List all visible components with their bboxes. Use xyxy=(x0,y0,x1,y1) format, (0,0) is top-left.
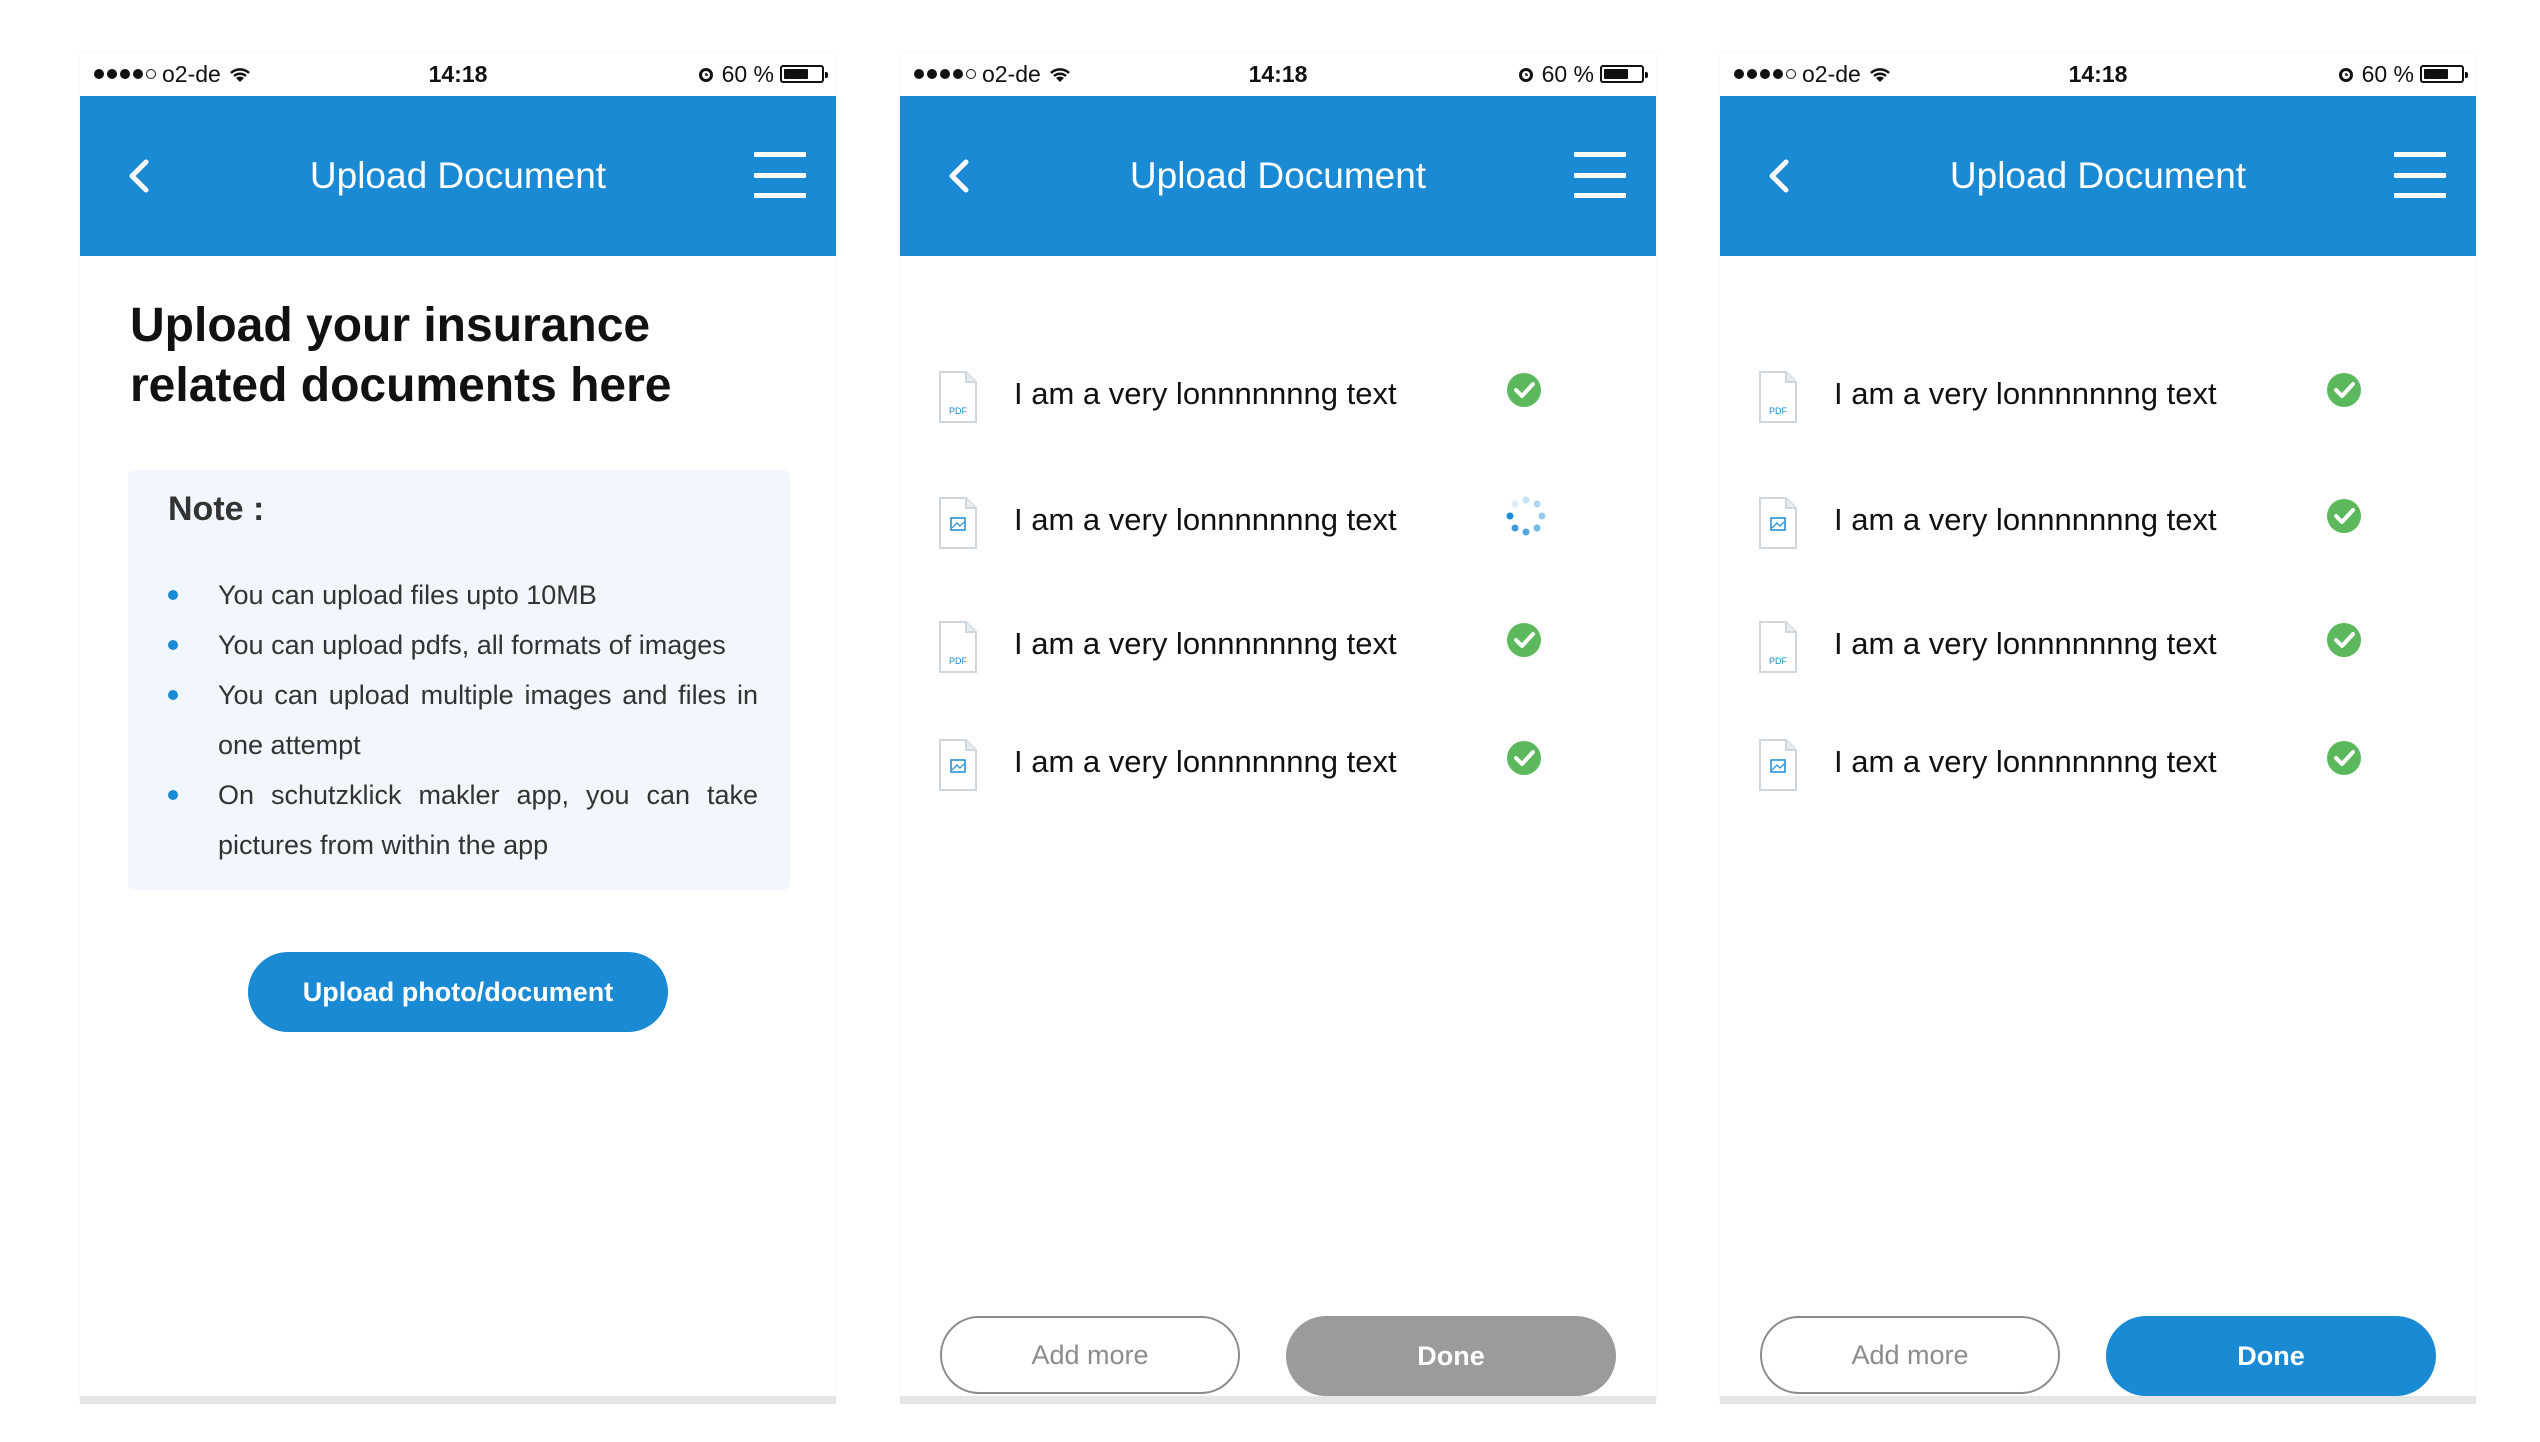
bullet-icon xyxy=(168,790,178,800)
bullet-icon xyxy=(168,640,178,650)
page-title: Upload Document xyxy=(1129,155,1427,196)
add-more-button[interactable]: Add more xyxy=(1760,1316,2060,1394)
status-bar: o2-de 14:18 60 % xyxy=(1720,52,2476,96)
svg-text:PDF: PDF xyxy=(949,656,968,666)
file-row[interactable]: I am a very lonnnnnnng text xyxy=(1758,496,2398,556)
phone-screen-upload-intro: o2-de 14:18 60 % Upload Document Upload … xyxy=(80,52,836,1404)
battery-icon xyxy=(2420,65,2468,83)
file-row[interactable]: PDF I am a very lonnnnnnng text xyxy=(1758,620,2398,680)
file-row[interactable]: PDF I am a very lonnnnnnng text xyxy=(1758,370,2398,430)
image-file-icon xyxy=(939,739,977,791)
bottom-actions: Add more Done xyxy=(1720,1316,2476,1396)
image-file-icon xyxy=(939,497,977,549)
svg-text:PDF: PDF xyxy=(949,406,968,416)
hamburger-menu-icon[interactable] xyxy=(2394,152,2446,198)
alarm-icon xyxy=(2338,68,2353,82)
battery-label: 60 % xyxy=(2361,60,2414,87)
file-name: I am a very lonnnnnnng text xyxy=(1014,376,1397,411)
check-circle-icon xyxy=(1507,373,1541,407)
file-name: I am a very lonnnnnnng text xyxy=(1014,626,1397,661)
note-text: You can upload files upto 10MB xyxy=(218,580,597,610)
note-item: On schutzklick makler app, you can take … xyxy=(168,770,758,870)
bottom-divider xyxy=(900,1396,1656,1404)
hamburger-menu-icon[interactable] xyxy=(754,152,806,198)
note-box: Note : You can upload files upto 10MB Yo… xyxy=(128,470,790,890)
image-file-icon xyxy=(1759,497,1797,549)
page-title: Upload Document xyxy=(1949,155,2247,196)
file-name: I am a very lonnnnnnng text xyxy=(1014,502,1397,537)
note-text: You can upload pdfs, all formats of imag… xyxy=(218,630,726,660)
check-circle-icon xyxy=(2327,741,2361,775)
bottom-divider xyxy=(80,1396,836,1404)
page-title: Upload Document xyxy=(309,155,607,196)
check-circle-icon xyxy=(1507,623,1541,657)
check-circle-icon xyxy=(2327,623,2361,657)
stage: o2-de 14:18 60 % Upload Document Upload … xyxy=(0,0,2540,1442)
check-circle-icon xyxy=(2327,499,2361,533)
alarm-icon xyxy=(1518,68,1533,82)
battery-label: 60 % xyxy=(721,60,774,87)
note-text: You can upload multiple images and files… xyxy=(218,680,758,760)
note-item: You can upload files upto 10MB xyxy=(168,570,758,620)
app-header: Upload Document xyxy=(1720,96,2476,256)
done-button[interactable]: Done xyxy=(2106,1316,2436,1396)
check-circle-icon xyxy=(1507,741,1541,775)
file-name: I am a very lonnnnnnng text xyxy=(1834,502,2217,537)
file-row[interactable]: I am a very lonnnnnnng text xyxy=(938,738,1578,798)
bottom-divider xyxy=(1720,1396,2476,1404)
svg-text:PDF: PDF xyxy=(1769,656,1788,666)
check-circle-icon xyxy=(2327,373,2361,407)
app-header: Upload Document xyxy=(80,96,836,256)
pdf-file-icon: PDF xyxy=(1759,621,1797,673)
add-more-button[interactable]: Add more xyxy=(940,1316,1240,1394)
app-header: Upload Document xyxy=(900,96,1656,256)
note-text: On schutzklick makler app, you can take … xyxy=(218,780,758,860)
note-item: You can upload multiple images and files… xyxy=(168,670,758,770)
pdf-file-icon: PDF xyxy=(1759,371,1797,423)
bullet-icon xyxy=(168,590,178,600)
file-name: I am a very lonnnnnnng text xyxy=(1014,744,1397,779)
battery-icon xyxy=(1600,65,1648,83)
bottom-actions: Add more Done xyxy=(900,1316,1656,1396)
pdf-file-icon: PDF xyxy=(939,371,977,423)
note-title: Note : xyxy=(168,490,265,528)
bullet-icon xyxy=(168,690,178,700)
image-file-icon xyxy=(1759,739,1797,791)
note-list: You can upload files upto 10MB You can u… xyxy=(168,570,758,870)
svg-text:PDF: PDF xyxy=(1769,406,1788,416)
file-row[interactable]: PDF I am a very lonnnnnnng text xyxy=(938,620,1578,680)
file-row[interactable]: I am a very lonnnnnnng text xyxy=(938,496,1578,556)
loading-spinner-icon xyxy=(1506,496,1546,536)
note-item: You can upload pdfs, all formats of imag… xyxy=(168,620,758,670)
file-row[interactable]: PDF I am a very lonnnnnnng text xyxy=(938,370,1578,430)
status-bar: o2-de 14:18 60 % xyxy=(80,52,836,96)
file-name: I am a very lonnnnnnng text xyxy=(1834,626,2217,661)
pdf-file-icon: PDF xyxy=(939,621,977,673)
status-bar: o2-de 14:18 60 % xyxy=(900,52,1656,96)
upload-photo-document-button[interactable]: Upload photo/document xyxy=(248,952,668,1032)
phone-screen-uploaded: o2-de 14:18 60 % Upload Document PDF I a… xyxy=(1720,52,2476,1404)
alarm-icon xyxy=(698,68,713,82)
battery-icon xyxy=(780,65,828,83)
file-name: I am a very lonnnnnnng text xyxy=(1834,744,2217,779)
hamburger-menu-icon[interactable] xyxy=(1574,152,1626,198)
battery-label: 60 % xyxy=(1541,60,1594,87)
phone-screen-uploading: o2-de 14:18 60 % Upload Document PDF I a… xyxy=(900,52,1656,1404)
file-row[interactable]: I am a very lonnnnnnng text xyxy=(1758,738,2398,798)
done-button-disabled[interactable]: Done xyxy=(1286,1316,1616,1396)
page-heading: Upload your insurance related documents … xyxy=(130,299,672,412)
file-name: I am a very lonnnnnnng text xyxy=(1834,376,2217,411)
